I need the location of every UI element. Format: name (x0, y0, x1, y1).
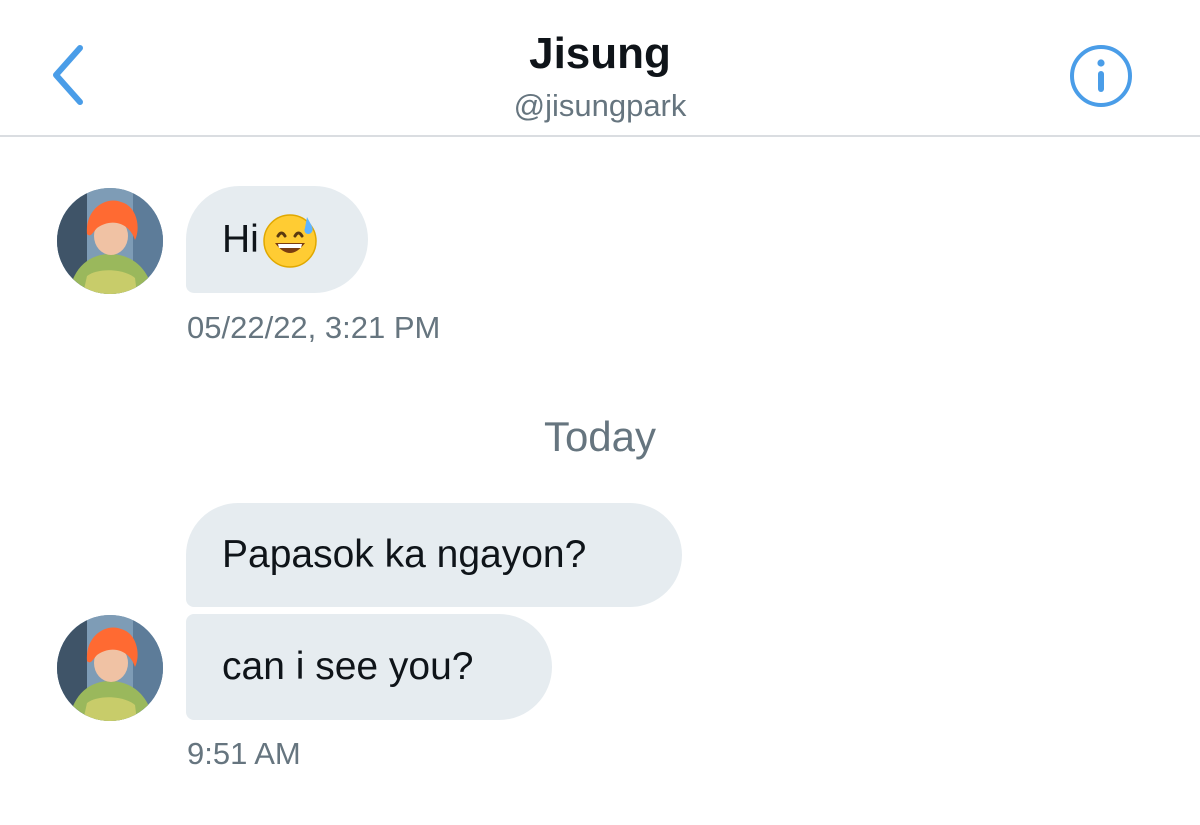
info-icon (1070, 45, 1132, 107)
message-text: can i see you? (222, 645, 474, 688)
chevron-left-icon (53, 45, 83, 105)
message-bubble[interactable]: Hi (186, 186, 368, 293)
conversation-header: Jisung @jisungpark (0, 0, 1200, 137)
message-text: Papasok ka ngayon? (222, 533, 587, 576)
message-timestamp: 05/22/22, 3:21 PM (187, 310, 441, 345)
day-separator: Today (543, 413, 657, 460)
info-button[interactable] (1068, 43, 1134, 109)
avatar[interactable] (57, 615, 163, 721)
message-text: Hi (222, 217, 259, 261)
message-bubble[interactable]: Papasok ka ngayon? (186, 503, 682, 607)
user-handle: @jisungpark (513, 88, 687, 123)
message-bubble[interactable]: can i see you? (186, 614, 552, 720)
avatar-image (57, 615, 163, 721)
conversation-title: Jisung (529, 29, 671, 78)
avatar-image (57, 188, 163, 294)
header-title-group[interactable]: Jisung @jisungpark (300, 26, 900, 126)
message-timestamp: 9:51 AM (187, 736, 301, 771)
avatar[interactable] (57, 188, 163, 294)
grinning-sweat-emoji-icon (263, 213, 317, 268)
back-button[interactable] (44, 40, 94, 110)
